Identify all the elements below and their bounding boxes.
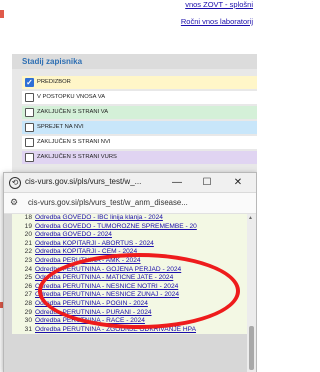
list-item: 25 Odredba PERUTNINA - MATIČNE JATE - 202… [12, 274, 248, 283]
list-item: 23 Odredba PERUTNINA - AMK - 2024 [12, 257, 248, 266]
status-row[interactable]: ZAKLJUČEN S STRANI NVI [22, 136, 257, 149]
status-label: ZAKLJUČEN S STRANI NVI [37, 139, 111, 145]
tune-icon[interactable]: ⚙ [10, 197, 18, 208]
order-link[interactable]: Odredba PERUTNINA - NESNICE ZUNAJ - 2024 [35, 291, 179, 298]
list-item: 30 Odredba PERUTNINA - RACE - 2024 [12, 317, 248, 326]
status-row[interactable]: ✓ PREDIZBOR [22, 76, 257, 89]
link-rocni-vnos-laboratorij[interactable]: Ročni vnos laboratorij [83, 17, 253, 26]
list-item: 28 Odredba PERUTNINA - POGIN - 2024 [12, 300, 248, 309]
status-label: SPREJET NA NVI [37, 124, 84, 130]
row-number: 25 [24, 274, 32, 282]
order-link[interactable]: Odredba PERUTNINA - ZGODNJE ODKRIVANJE H… [35, 326, 196, 333]
list-item: 31 Odredba PERUTNINA - ZGODNJE ODKRIVANJE… [12, 326, 248, 335]
scrollbar[interactable]: ▲ [247, 214, 256, 372]
popup-window: ⟲ cis-vurs.gov.si/pls/vurs_test/w_... — … [3, 172, 257, 372]
maximize-button[interactable]: ☐ [192, 174, 222, 192]
popup-url[interactable]: cis-vurs.gov.si/pls/vurs_test/w_anm_dise… [28, 198, 188, 207]
popup-titlebar[interactable]: ⟲ cis-vurs.gov.si/pls/vurs_test/w_... — … [4, 173, 256, 193]
minimize-button[interactable]: — [162, 174, 192, 192]
status-label: ZAKLJUČEN S STRANI VA [37, 109, 109, 115]
status-row[interactable]: V POSTOPKU VNOSA VA [22, 91, 257, 104]
row-number: 24 [24, 265, 32, 273]
status-checkbox[interactable] [25, 138, 34, 147]
site-info-icon[interactable]: ⟲ [9, 177, 21, 189]
address-bar: ⚙ cis-vurs.gov.si/pls/vurs_test/w_anm_di… [4, 193, 256, 214]
list-item: 22 Odredba KOPITARJI - CEM - 2024 [12, 248, 248, 257]
list-item: 20 Odredba GOVEDO - 2024 [12, 231, 248, 240]
status-checkbox[interactable] [25, 93, 34, 102]
status-row[interactable]: ZAKLJUČEN S STRANI VA [22, 106, 257, 119]
row-number: 28 [24, 299, 32, 307]
order-link[interactable]: Odredba PERUTNINA - PURANI - 2024 [35, 309, 152, 316]
list-item: 29 Odredba PERUTNINA - PURANI - 2024 [12, 309, 248, 318]
list-item: 18 Odredba GOVEDO - IBC linija klanja - 2… [12, 214, 248, 223]
order-link[interactable]: Odredba KOPITARJI - CEM - 2024 [35, 248, 137, 255]
row-number: 30 [24, 317, 32, 325]
order-link[interactable]: Odredba PERUTNINA - RACE - 2024 [35, 317, 145, 324]
order-link[interactable]: Odredba PERUTNINA - GOJENA PERJAD - 2024 [35, 266, 181, 273]
order-link[interactable]: Odredba PERUTNINA - MATIČNE JATE - 2024 [35, 274, 173, 281]
status-row[interactable]: SPREJET NA NVI [22, 121, 257, 134]
row-number: 23 [24, 256, 32, 264]
disease-order-list: 18 Odredba GOVEDO - IBC linija klanja - 2… [12, 214, 248, 335]
scroll-up-icon[interactable]: ▲ [248, 215, 253, 221]
row-number: 26 [24, 282, 32, 290]
popup-content: 18 Odredba GOVEDO - IBC linija klanja - 2… [4, 214, 256, 372]
status-label: V POSTOPKU VNOSA VA [37, 94, 106, 100]
row-number: 19 [24, 222, 32, 230]
status-row[interactable]: ZAKLJUČEN S STRANI VURS [22, 151, 257, 164]
status-checkbox[interactable]: ✓ [25, 78, 34, 87]
status-checkbox[interactable] [25, 123, 34, 132]
list-item: 19 Odredba GOVEDO - TUMOROZNE SPREMEMBE -… [12, 223, 248, 232]
link-vnos-zovt[interactable]: vnos ZOVT - splošni [83, 0, 253, 9]
row-number: 27 [24, 291, 32, 299]
row-number: 20 [24, 231, 32, 239]
order-link[interactable]: Odredba PERUTNINA - POGIN - 2024 [35, 300, 148, 307]
status-label: ZAKLJUČEN S STRANI VURS [37, 154, 117, 160]
row-number: 31 [24, 325, 32, 333]
row-number: 29 [24, 308, 32, 316]
list-item: 24 Odredba PERUTNINA - GOJENA PERJAD - 20… [12, 266, 248, 275]
scrollbar-thumb[interactable] [249, 326, 254, 370]
order-link[interactable]: Odredba KOPITARJI - ABORTUS - 2024 [35, 240, 154, 247]
order-link[interactable]: Odredba PERUTNINA - AMK - 2024 [35, 257, 141, 264]
order-link[interactable]: Odredba GOVEDO - TUMOROZNE SPREMEMBE - 2… [35, 223, 197, 230]
status-checkbox[interactable] [25, 108, 34, 117]
status-checkbox[interactable] [25, 153, 34, 162]
close-button[interactable]: ✕ [223, 174, 253, 192]
status-label: PREDIZBOR [37, 79, 71, 85]
list-item: 26 Odredba PERUTNINA - NESNICE NOTRI - 20… [12, 283, 248, 292]
popup-title: cis-vurs.gov.si/pls/vurs_test/w_... [25, 177, 142, 186]
list-item: 21 Odredba KOPITARJI - ABORTUS - 2024 [12, 240, 248, 249]
header-links: vnos ZOVT - splošni Ročni vnos laborator… [83, 0, 253, 26]
order-link[interactable]: Odredba PERUTNINA - NESNICE NOTRI - 2024 [35, 283, 178, 290]
panel-title: Stadij zapisnika [12, 54, 257, 69]
screen: vnos ZOVT - splošni Ročni vnos laborator… [0, 0, 257, 372]
row-number: 18 [24, 214, 32, 221]
order-link[interactable]: Odredba GOVEDO - IBC linija klanja - 202… [35, 214, 163, 221]
row-number: 22 [24, 248, 32, 256]
order-link[interactable]: Odredba GOVEDO - 2024 [35, 231, 112, 238]
row-number: 21 [24, 239, 32, 247]
left-red-marker [0, 10, 4, 18]
list-item: 27 Odredba PERUTNINA - NESNICE ZUNAJ - 20… [12, 291, 248, 300]
